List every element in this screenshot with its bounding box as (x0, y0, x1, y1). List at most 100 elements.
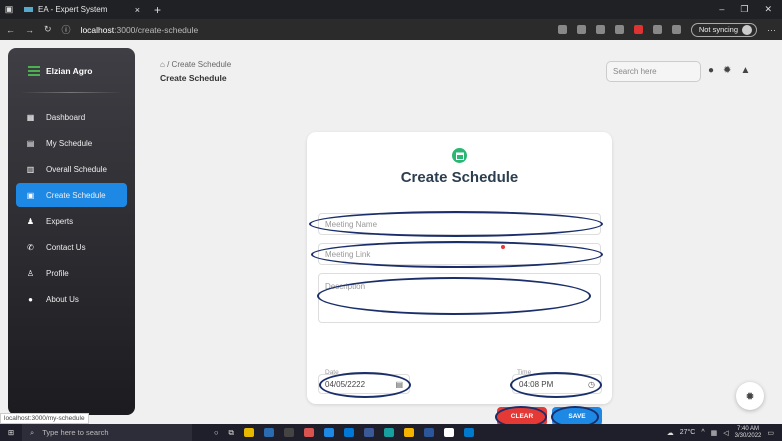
taskbar-search[interactable]: ⌕ Type here to search (22, 424, 192, 441)
create-schedule-card: Create Schedule Meeting Name Meeting Lin… (307, 132, 612, 428)
read-aloud-icon[interactable] (576, 25, 586, 34)
favorites-star-icon[interactable] (595, 25, 605, 34)
home-icon[interactable]: ⌂ (160, 60, 165, 69)
sidebar-item-label: My Schedule (46, 138, 93, 148)
calendar-picker-icon[interactable]: ▤ (395, 380, 403, 389)
time-input[interactable]: 04:08 PM ◷ (512, 374, 602, 394)
extension-icon[interactable] (614, 25, 624, 34)
date-value: 04/05/2222 (325, 379, 366, 389)
browser-tab[interactable]: EA - Expert System × (18, 0, 146, 19)
sync-button[interactable]: Not syncing (690, 22, 757, 37)
sidebar-item-my-schedule[interactable]: ▤ My Schedule (16, 131, 127, 155)
sidebar-item-label: Create Schedule (46, 190, 106, 200)
windows-start-icon[interactable]: ⊞ (0, 428, 22, 437)
clock-date: 3/30/2022 (734, 432, 762, 439)
forward-icon[interactable]: → (25, 25, 34, 35)
taskbar-search-text: Type here to search (42, 428, 109, 437)
brand[interactable]: Elzian Agro (8, 48, 135, 76)
sidebar-item-label: Profile (46, 268, 69, 278)
breadcrumb: ⌂ / Create Schedule (160, 60, 231, 69)
browser-toolbar-right: Not syncing ··· (557, 22, 776, 37)
sidebar-item-contact-us[interactable]: ✆ Contact Us (16, 235, 127, 259)
collections-icon[interactable] (671, 25, 681, 34)
app-area: Elzian Agro ▦ Dashboard ▤ My Schedule ▥ Overa… (0, 40, 782, 428)
settings-fab-button[interactable]: ✹ (736, 382, 764, 410)
tray-chevron-icon[interactable]: ^ (701, 429, 704, 436)
app-icon[interactable] (363, 428, 374, 437)
sidebar-divider (20, 92, 123, 93)
search-icon: ⌕ (30, 427, 35, 437)
time-value: 04:08 PM (519, 379, 554, 389)
avatar (742, 24, 752, 35)
store-icon[interactable] (343, 428, 354, 437)
info-icon[interactable]: ⓘ (62, 23, 71, 36)
window-controls: – ❐ ✕ (719, 4, 782, 15)
sidebar-item-create-schedule[interactable]: ▣ Create Schedule (16, 183, 127, 207)
sidebar-item-label: Experts (46, 216, 74, 226)
description-field[interactable]: Description (318, 273, 601, 323)
sidebar-item-label: Contact Us (46, 242, 86, 252)
schedule-icon: ▤ (26, 138, 35, 148)
tab-favicon-icon (24, 7, 33, 12)
file-explorer-icon[interactable] (243, 428, 254, 437)
sidebar-item-dashboard[interactable]: ▦ Dashboard (16, 105, 127, 129)
notification-bell-icon[interactable]: ▲ (740, 65, 750, 76)
system-tray: ☁ 27°C ^ ▦ ◁ 7:40 AM 3/30/2022 ▭ (667, 426, 782, 440)
date-input[interactable]: 04/05/2222 ▤ (318, 374, 410, 394)
sync-label: Not syncing (698, 25, 738, 34)
clock-icon[interactable]: ◷ (588, 380, 595, 389)
temperature[interactable]: 27°C (680, 429, 696, 436)
cursor-dot (501, 245, 505, 249)
task-view-icon[interactable]: ⧉ (229, 428, 234, 438)
sidebar-item-profile[interactable]: ♙ Profile (16, 261, 127, 285)
sidebar: Elzian Agro ▦ Dashboard ▤ My Schedule ▥ Overa… (8, 48, 135, 415)
extension-icon[interactable] (652, 25, 662, 34)
notifications-icon[interactable]: ▭ (767, 429, 774, 437)
tab-close-icon[interactable]: × (135, 5, 140, 15)
app-icon[interactable] (263, 428, 274, 437)
sidebar-item-experts[interactable]: ♟ Experts (16, 209, 127, 233)
url-field[interactable]: localhost:3000/create-schedule (81, 25, 199, 35)
dashboard-icon: ▦ (26, 112, 35, 122)
minimize-icon[interactable]: – (719, 4, 724, 15)
github-icon[interactable] (443, 428, 454, 437)
address-bar: ← → ↻ ⓘ localhost:3000/create-schedule N… (0, 19, 782, 40)
clock[interactable]: 7:40 AM 3/30/2022 (735, 426, 762, 440)
meeting-link-field[interactable]: Meeting Link (318, 243, 601, 265)
cortana-icon[interactable]: ○ (214, 428, 219, 437)
volume-icon[interactable]: ◁ (723, 429, 728, 437)
sidebar-item-overall-schedule[interactable]: ▥ Overall Schedule (16, 157, 127, 181)
weather-icon[interactable]: ☁ (667, 429, 674, 437)
app-icon[interactable] (283, 428, 294, 437)
form-title: Create Schedule (400, 169, 519, 186)
sidebar-item-about-us[interactable]: ● About Us (16, 287, 127, 311)
refresh-icon[interactable]: ↻ (44, 24, 52, 35)
person-icon: ♙ (26, 268, 35, 278)
word-icon[interactable] (423, 428, 434, 437)
account-icon[interactable]: ● (708, 65, 714, 76)
settings-gear-icon[interactable]: ✹ (723, 65, 731, 76)
edge-browser-icon[interactable] (383, 428, 394, 437)
app-icon[interactable] (303, 428, 314, 437)
window-menu-icon[interactable]: ▣ (0, 0, 18, 19)
phone-icon: ✆ (27, 242, 34, 252)
close-icon[interactable]: ✕ (764, 4, 772, 15)
calendar-icon: ▣ (26, 190, 35, 200)
edge-icon[interactable] (323, 428, 334, 437)
chrome-icon[interactable] (403, 428, 414, 437)
extension-red-icon[interactable] (633, 25, 643, 34)
extension-icon[interactable] (557, 25, 567, 34)
new-tab-button[interactable]: + (146, 3, 169, 17)
network-icon[interactable]: ▦ (711, 429, 718, 437)
search-input[interactable]: Search here (606, 61, 701, 82)
sidebar-item-label: About Us (46, 294, 79, 304)
page-title: Create Schedule (160, 73, 227, 83)
more-menu-icon[interactable]: ··· (767, 25, 776, 35)
back-icon[interactable]: ← (6, 25, 15, 35)
vscode-icon[interactable] (463, 428, 474, 437)
meeting-name-field[interactable]: Meeting Name (318, 213, 601, 235)
info-icon: ● (28, 294, 33, 304)
header-icons: ● ✹ ▲ (708, 65, 750, 76)
tab-title: EA - Expert System (38, 5, 108, 14)
maximize-icon[interactable]: ❐ (740, 4, 748, 15)
